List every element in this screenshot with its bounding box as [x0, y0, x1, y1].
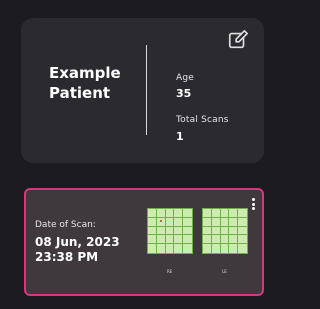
age-label: Age: [176, 73, 195, 83]
age-value: 35: [176, 87, 192, 100]
scan-card[interactable]: Date of Scan: 08 Jun, 2023 23:38 PM RE L…: [24, 188, 264, 296]
left-eye-grid: [147, 208, 193, 254]
scan-date-label: Date of Scan:: [35, 220, 96, 230]
total-scans-value: 1: [176, 130, 184, 143]
scan-date-time: 23:38 PM: [35, 250, 99, 264]
scan-date-day: 08 Jun, 2023: [35, 235, 120, 249]
more-vertical-icon[interactable]: [250, 198, 256, 212]
scan-date: 08 Jun, 2023 23:38 PM: [35, 235, 120, 265]
vertical-divider: [146, 45, 147, 135]
right-grid-caption: LE: [222, 269, 227, 274]
edit-icon[interactable]: [227, 29, 249, 51]
total-scans-label: Total Scans: [176, 115, 229, 125]
patient-card: Example Patient Age 35 Total Scans 1: [21, 18, 264, 163]
right-eye-grid: [202, 208, 248, 254]
patient-name: Example Patient: [49, 64, 121, 102]
grid-marker: [159, 219, 162, 222]
left-grid-caption: RE: [167, 269, 173, 274]
